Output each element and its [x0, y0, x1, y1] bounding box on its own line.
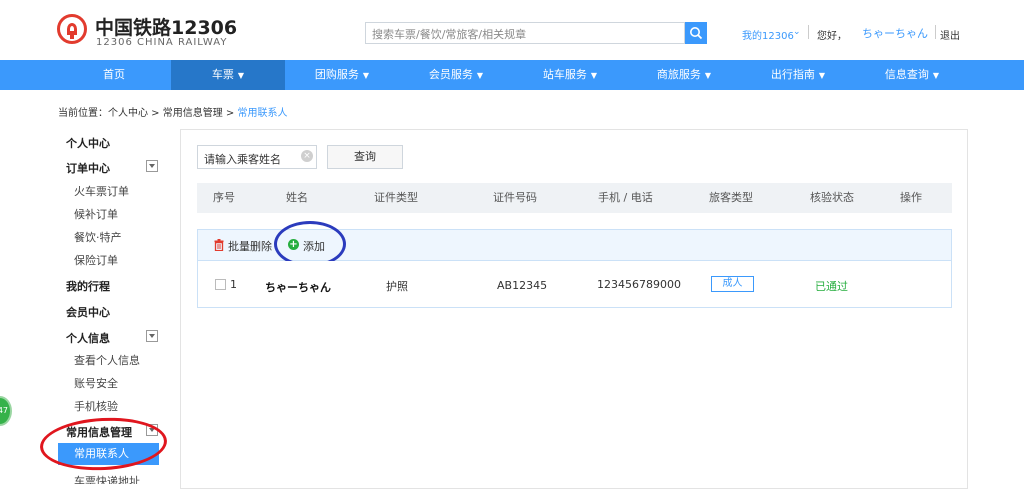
query-button[interactable]: 查询	[327, 145, 403, 169]
floating-badge[interactable]: 47	[0, 396, 12, 426]
chevron-down-icon: ▼	[362, 71, 370, 80]
nav-business-service[interactable]: 商旅服务 ▼	[627, 60, 741, 90]
nav-label: 会员服务	[428, 68, 473, 81]
cell-name: ちゃーちゃん	[265, 281, 331, 294]
chevron-down-icon: ▼	[932, 71, 940, 80]
sidebar-item-food-orders[interactable]: 餐饮·特产	[74, 229, 122, 245]
trash-icon[interactable]	[214, 239, 224, 251]
sidebar-member-center[interactable]: 会员中心	[66, 304, 110, 320]
sidebar-personal-info[interactable]: 个人信息	[66, 330, 110, 346]
my12306-menu[interactable]: 我的12306	[742, 27, 794, 42]
th-id-number: 证件号码	[493, 191, 537, 204]
th-name: 姓名	[286, 191, 308, 204]
site-search-input[interactable]: 搜索车票/餐饮/常旅客/相关规章	[365, 22, 685, 44]
logo-title[interactable]: 中国铁路12306	[95, 13, 237, 40]
th-id-type: 证件类型	[374, 191, 418, 204]
divider	[808, 25, 809, 39]
nav-label: 团购服务	[314, 68, 359, 81]
th-status: 核验状态	[810, 191, 854, 204]
logout-link[interactable]: 退出	[940, 27, 960, 42]
chevron-down-icon: ▼	[704, 71, 712, 80]
username-link[interactable]: ちゃーちゃん	[862, 25, 928, 41]
chevron-down-icon: ▼	[818, 71, 826, 80]
nav-group-service[interactable]: 团购服务 ▼	[285, 60, 399, 90]
sidebar-my-trips[interactable]: 我的行程	[66, 278, 110, 294]
nav-label: 站车服务	[542, 68, 587, 81]
sidebar-item-account-security[interactable]: 账号安全	[74, 375, 118, 391]
main-nav: 首页 车票 ▼ 团购服务 ▼ 会员服务 ▼ 站车服务 ▼ 商旅服务 ▼ 出行指南 ▼ 信息查…	[0, 60, 1024, 90]
checkbox-icon[interactable]	[215, 279, 226, 290]
breadcrumb-path[interactable]: 当前位置：个人中心 > 常用信息管理 >	[58, 108, 237, 119]
status-badge: 已通过	[815, 280, 848, 293]
nav-info-query[interactable]: 信息查询 ▼	[855, 60, 969, 90]
passenger-type-badge: 成人	[711, 276, 754, 292]
passenger-name-input[interactable]: 请输入乘客姓名	[197, 145, 317, 169]
chevron-down-icon: ▼	[476, 71, 484, 80]
breadcrumb-current: 常用联系人	[237, 108, 288, 119]
site-header: 中国铁路12306 12306 CHINA RAILWAY 搜索车票/餐饮/常旅…	[0, 0, 1024, 60]
nav-station-service[interactable]: 站车服务 ▼	[513, 60, 627, 90]
nav-label: 出行指南	[770, 68, 815, 81]
batch-delete-button[interactable]: 批量删除	[228, 238, 272, 254]
nav-label: 首页	[103, 68, 125, 81]
th-index: 序号	[213, 191, 235, 204]
chevron-down-icon[interactable]: ⌄	[793, 27, 801, 37]
collapse-toggle-icon[interactable]	[146, 160, 158, 172]
th-passenger-type: 旅客类型	[709, 191, 753, 204]
sidebar-personal-center[interactable]: 个人中心	[66, 135, 110, 151]
nav-member-service[interactable]: 会员服务 ▼	[399, 60, 513, 90]
nav-tickets[interactable]: 车票 ▼	[171, 60, 285, 90]
nav-label: 车票	[211, 68, 234, 81]
sidebar-item-phone-verify[interactable]: 手机核验	[74, 398, 118, 414]
table-header: 序号 姓名 证件类型 证件号码 手机 / 电话 旅客类型 核验状态 操作	[197, 183, 952, 213]
sidebar-item-waitlist-orders[interactable]: 候补订单	[74, 206, 118, 222]
nav-label: 商旅服务	[656, 68, 701, 81]
cell-id-type: 护照	[386, 280, 408, 293]
railway-logo-icon[interactable]	[57, 14, 87, 44]
chevron-down-icon: ▼	[590, 71, 598, 80]
clear-icon[interactable]: ×	[301, 150, 313, 162]
breadcrumb: 当前位置：个人中心 > 常用信息管理 > 常用联系人	[58, 104, 287, 119]
search-icon	[690, 27, 703, 40]
sidebar-order-center[interactable]: 订单中心	[66, 160, 110, 176]
cell-index: 1	[230, 278, 237, 291]
nav-travel-guide[interactable]: 出行指南 ▼	[741, 60, 855, 90]
sidebar-item-view-info[interactable]: 查看个人信息	[74, 352, 140, 368]
collapse-toggle-icon[interactable]	[146, 330, 158, 342]
th-action: 操作	[900, 191, 922, 204]
cell-phone: 123456789000	[597, 278, 681, 291]
cell-id-number: AB12345	[497, 279, 548, 292]
chevron-down-icon: ▼	[237, 71, 245, 80]
greeting-label: 您好，	[817, 31, 847, 42]
logo-subtitle: 12306 CHINA RAILWAY	[96, 37, 228, 48]
nav-label: 信息查询	[884, 68, 929, 81]
search-button[interactable]	[685, 22, 707, 44]
th-phone: 手机 / 电话	[598, 191, 653, 204]
sidebar-item-insurance-orders[interactable]: 保险订单	[74, 252, 118, 268]
sidebar-item-delivery-address[interactable]: 车票快递地址	[74, 469, 140, 484]
sidebar-item-train-orders[interactable]: 火车票订单	[74, 183, 129, 199]
nav-home[interactable]: 首页	[57, 60, 171, 90]
divider	[935, 25, 936, 39]
